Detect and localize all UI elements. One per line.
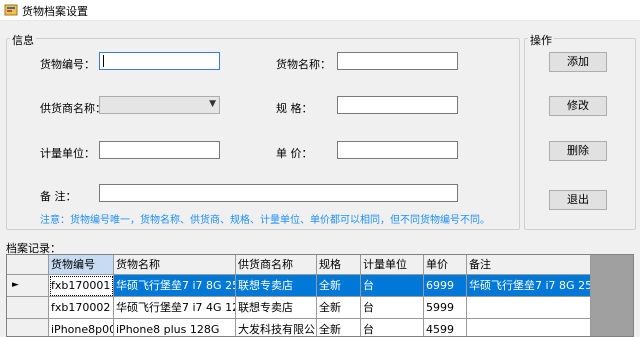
text-caret — [103, 55, 104, 67]
label-remark: 备 注： — [40, 190, 77, 203]
cell-remark[interactable]: 华硕飞行堡垒7 i7 8G 256G — [467, 275, 591, 297]
row-header[interactable] — [7, 319, 49, 336]
price-input[interactable] — [337, 141, 458, 159]
cell-name[interactable]: iPhone8 plus 128G — [114, 319, 236, 336]
supplier-combobox[interactable]: ▼ — [99, 96, 220, 114]
label-spec: 规 格： — [276, 102, 313, 115]
edit-button[interactable]: 修改 — [549, 96, 607, 116]
cell-name[interactable]: 华硕飞行堡垒7 i7 8G 256G — [114, 275, 236, 297]
cell-unit[interactable]: 台 — [361, 297, 424, 319]
cell-remark[interactable] — [467, 297, 591, 319]
cell-name[interactable]: 华硕飞行堡垒7 i7 4G 128G — [114, 297, 236, 319]
app-icon — [4, 4, 18, 16]
exit-button[interactable]: 退出 — [549, 190, 607, 210]
column-header-price[interactable]: 单价 — [424, 255, 467, 275]
cell-spec[interactable]: 全新 — [317, 297, 361, 319]
cell-remark[interactable] — [467, 319, 591, 336]
column-header-remark[interactable]: 备注 — [467, 255, 591, 275]
unit-input[interactable] — [99, 141, 220, 159]
label-unit: 计量单位： — [40, 147, 95, 160]
column-header-supplier[interactable]: 供货商名称 — [236, 255, 317, 275]
cell-unit[interactable]: 台 — [361, 319, 424, 336]
chevron-down-icon: ▼ — [209, 99, 216, 109]
add-button[interactable]: 添加 — [549, 52, 607, 72]
row-header[interactable]: ► — [7, 275, 49, 297]
info-group-title: 信息 — [10, 32, 36, 48]
name-input[interactable] — [337, 52, 458, 70]
delete-button[interactable]: 删除 — [549, 141, 607, 161]
column-header-name[interactable]: 货物名称 — [114, 255, 236, 275]
label-supplier: 供货商名称： — [40, 102, 106, 115]
row-header-corner — [7, 255, 49, 275]
cell-supplier[interactable]: 联想专卖店 — [236, 275, 317, 297]
cell-code[interactable]: fxb170002 — [49, 297, 114, 319]
label-code: 货物编号： — [40, 58, 95, 71]
ops-group-title: 操作 — [528, 32, 554, 48]
label-price: 单 价： — [276, 147, 313, 160]
current-row-arrow-icon: ► — [12, 280, 19, 290]
table-row[interactable]: iPhone8p0001 iPhone8 plus 128G 大发科技有限公司 … — [7, 319, 591, 336]
grid-header-row: 货物编号 货物名称 供货商名称 规格 计量单位 单价 备注 — [7, 255, 591, 275]
cell-supplier[interactable]: 联想专卖店 — [236, 297, 317, 319]
code-input[interactable] — [99, 52, 220, 70]
table-row[interactable]: fxb170002 华硕飞行堡垒7 i7 4G 128G 联想专卖店 全新 台 … — [7, 297, 591, 319]
label-name: 货物名称： — [276, 58, 331, 71]
cell-supplier[interactable]: 大发科技有限公司 — [236, 319, 317, 336]
cell-price[interactable]: 5999 — [424, 297, 467, 319]
column-header-unit[interactable]: 计量单位 — [361, 255, 424, 275]
remark-input[interactable] — [99, 184, 458, 202]
table-row[interactable]: ► fxb170001 华硕飞行堡垒7 i7 8G 256G 联想专卖店 全新 … — [7, 275, 591, 297]
title-bar: 货物档案设置 — [0, 0, 640, 21]
cell-price[interactable]: 4599 — [424, 319, 467, 336]
records-grid[interactable]: 货物编号 货物名称 供货商名称 规格 计量单位 单价 备注 ► fxb17000… — [6, 254, 634, 337]
spec-input[interactable] — [337, 96, 458, 114]
cell-code[interactable]: iPhone8p0001 — [49, 319, 114, 336]
note-text: 注意：货物编号唯一，货物名称、供货商、规格、计量单位、单价都可以相同，但不同货物… — [40, 215, 490, 226]
cell-code[interactable]: fxb170001 — [49, 275, 114, 297]
cell-unit[interactable]: 台 — [361, 275, 424, 297]
window-title: 货物档案设置 — [22, 5, 88, 18]
column-header-code[interactable]: 货物编号 — [49, 255, 114, 275]
row-header[interactable] — [7, 297, 49, 319]
column-header-spec[interactable]: 规格 — [317, 255, 361, 275]
cell-price[interactable]: 6999 — [424, 275, 467, 297]
cell-spec[interactable]: 全新 — [317, 319, 361, 336]
cell-spec[interactable]: 全新 — [317, 275, 361, 297]
